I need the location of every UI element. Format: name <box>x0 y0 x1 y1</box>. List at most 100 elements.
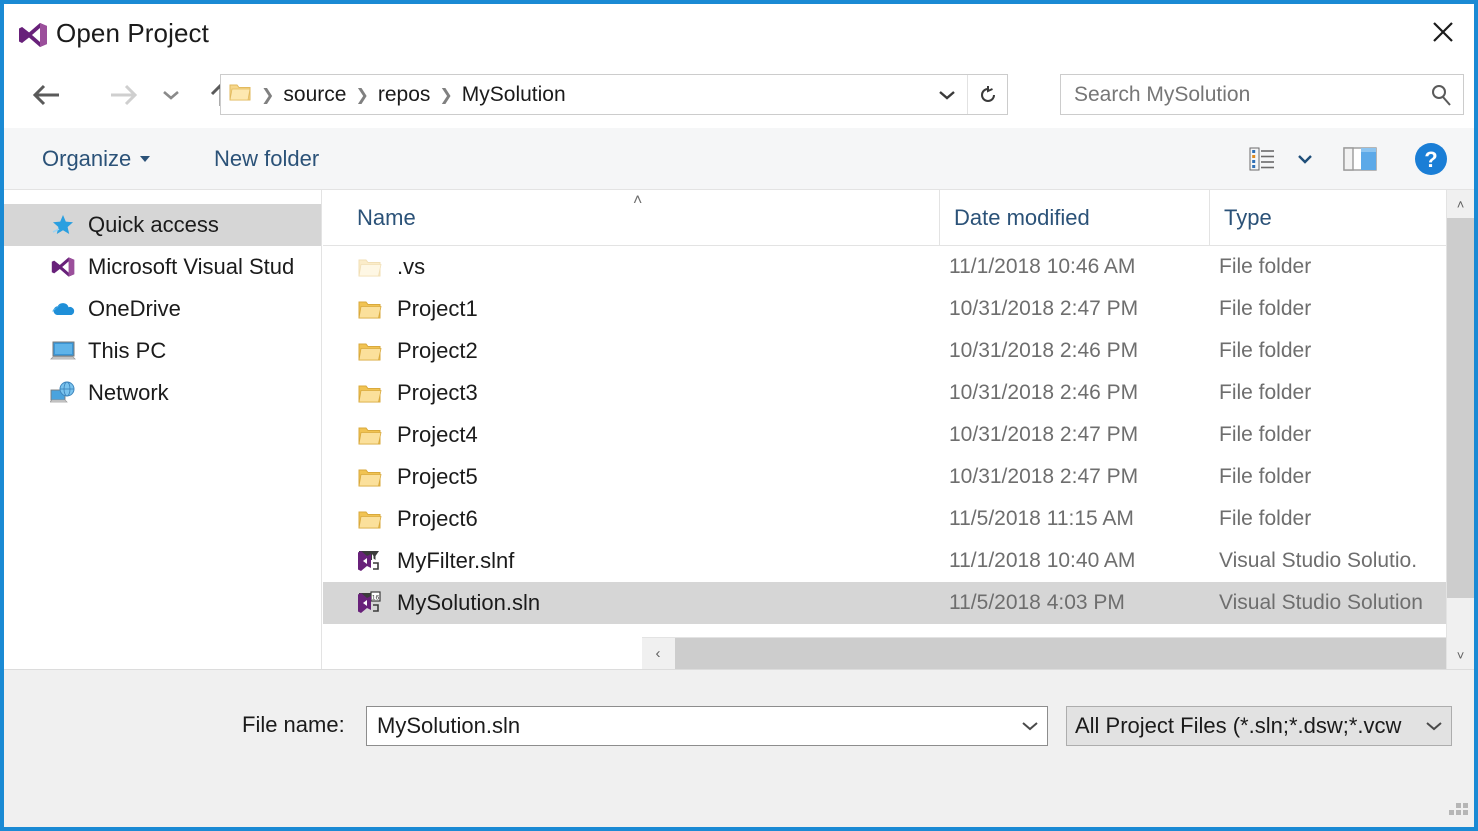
title-bar: Open Project <box>4 4 1474 62</box>
file-date: 11/1/2018 10:40 AM <box>949 549 1135 573</box>
column-header-date-modified[interactable]: Date modified <box>939 190 1209 245</box>
file-date: 10/31/2018 2:47 PM <box>949 465 1138 489</box>
sidebar-item-label: Microsoft Visual Stud <box>88 254 294 280</box>
table-row[interactable]: Project5 10/31/2018 2:47 PM File folder <box>323 456 1474 498</box>
file-type: File folder <box>1219 297 1435 321</box>
column-header-row: ˄ Name Date modified Type <box>323 190 1474 246</box>
file-name-box[interactable] <box>366 706 1048 746</box>
horizontal-scrollbar-thumb[interactable] <box>675 638 1474 669</box>
refresh-icon[interactable] <box>967 75 1007 114</box>
column-header-type[interactable]: Type <box>1209 190 1435 245</box>
file-type: File folder <box>1219 423 1435 447</box>
file-type-chevron-down-icon[interactable] <box>1425 707 1443 745</box>
file-name: Project3 <box>397 380 478 406</box>
file-type: Visual Studio Solution <box>1219 591 1435 615</box>
column-header-name[interactable]: Name <box>343 190 939 245</box>
horizontal-scrollbar[interactable]: ‹ › <box>642 637 1474 669</box>
file-list: ˄ Name Date modified Type .vs 11/1/2018 … <box>323 190 1474 669</box>
file-name: Project1 <box>397 296 478 322</box>
folder-icon <box>356 380 384 406</box>
command-bar: Organize New folder <box>4 128 1474 190</box>
breadcrumb-separator: ❯ <box>349 85 374 105</box>
folder-icon <box>356 296 384 322</box>
sidebar-item-label: This PC <box>88 338 166 364</box>
breadcrumb-mysolution[interactable]: MySolution <box>459 83 569 107</box>
open-project-dialog: Open Project <box>0 0 1478 831</box>
table-row[interactable]: Project4 10/31/2018 2:47 PM File folder <box>323 414 1474 456</box>
table-row[interactable]: Project3 10/31/2018 2:46 PM File folder <box>323 372 1474 414</box>
file-type: Visual Studio Solutio. <box>1219 549 1435 573</box>
search-input[interactable] <box>1072 77 1402 113</box>
file-date: 11/1/2018 10:46 AM <box>949 255 1135 279</box>
file-name: Project6 <box>397 506 478 532</box>
this-pc-icon <box>50 338 76 364</box>
view-chevron-down-icon[interactable] <box>1292 128 1318 190</box>
vertical-scrollbar[interactable]: ˄ ˅ <box>1446 190 1474 669</box>
organize-label: Organize <box>42 146 131 172</box>
file-name-chevron-down-icon[interactable] <box>1021 707 1039 745</box>
forward-icon[interactable] <box>100 62 146 128</box>
breadcrumb-repos[interactable]: repos <box>375 83 434 107</box>
sidebar-item-label: Network <box>88 380 169 406</box>
folder-icon <box>356 422 384 448</box>
table-row[interactable]: Project2 10/31/2018 2:46 PM File folder <box>323 330 1474 372</box>
breadcrumb-separator: ❯ <box>433 85 458 105</box>
page-title: Open Project <box>56 18 209 49</box>
file-name-label: File name: <box>242 712 345 738</box>
navigation-sidebar: Quick access Microsoft Visual Stud <box>4 190 322 669</box>
file-date: 10/31/2018 2:47 PM <box>949 423 1138 447</box>
svg-text:?: ? <box>1424 147 1437 172</box>
sidebar-item-this-pc[interactable]: This PC <box>4 330 321 372</box>
scroll-left-icon[interactable]: ‹ <box>642 638 674 669</box>
address-chevron-down-icon[interactable] <box>927 75 967 114</box>
table-row[interactable]: Project1 10/31/2018 2:47 PM File folder <box>323 288 1474 330</box>
back-icon[interactable] <box>24 62 70 128</box>
new-folder-button[interactable]: New folder <box>202 128 331 190</box>
file-name-input[interactable] <box>375 708 995 744</box>
file-date: 11/5/2018 4:03 PM <box>949 591 1125 615</box>
file-name: MyFilter.slnf <box>397 548 514 574</box>
table-row[interactable]: 16 MySolution.sln 11/5/2018 4:03 PM Visu… <box>323 582 1474 624</box>
file-date: 11/5/2018 11:15 AM <box>949 507 1134 531</box>
table-row[interactable]: MyFilter.slnf 11/1/2018 10:40 AM Visual … <box>323 540 1474 582</box>
file-name: Project4 <box>397 422 478 448</box>
search-icon[interactable] <box>1429 75 1453 114</box>
file-name: Project5 <box>397 464 478 490</box>
dialog-body: Quick access Microsoft Visual Stud <box>4 190 1474 669</box>
file-type-value: All Project Files (*.sln;*.dsw;*.vcw <box>1075 713 1413 739</box>
folder-icon <box>229 82 251 107</box>
help-icon[interactable]: ? <box>1408 128 1454 190</box>
sidebar-item-microsoft-visual-studio[interactable]: Microsoft Visual Stud <box>4 246 321 288</box>
breadcrumb-source[interactable]: source <box>280 83 349 107</box>
file-type: File folder <box>1219 465 1435 489</box>
close-icon[interactable] <box>1412 4 1474 60</box>
navigation-bar: ❯ source ❯ repos ❯ MySolution <box>4 62 1474 128</box>
visual-studio-icon <box>18 21 48 49</box>
scroll-down-icon[interactable]: ˅ <box>1447 641 1474 669</box>
file-date: 10/31/2018 2:47 PM <box>949 297 1138 321</box>
organize-button[interactable]: Organize <box>30 128 162 190</box>
file-name: .vs <box>397 254 425 280</box>
recent-locations-chevron-down-icon[interactable] <box>154 62 188 128</box>
vertical-scrollbar-thumb[interactable] <box>1447 218 1474 598</box>
search-box[interactable] <box>1060 74 1464 115</box>
view-list-icon[interactable] <box>1242 128 1282 190</box>
preview-pane-icon[interactable] <box>1338 128 1382 190</box>
scroll-up-icon[interactable]: ˄ <box>1447 190 1474 218</box>
address-bar[interactable]: ❯ source ❯ repos ❯ MySolution <box>220 74 1008 115</box>
file-type: File folder <box>1219 507 1435 531</box>
table-row[interactable]: .vs 11/1/2018 10:46 AM File folder <box>323 246 1474 288</box>
solution-16-icon: 16 <box>356 590 384 616</box>
file-rows: .vs 11/1/2018 10:46 AM File folder Proje… <box>323 246 1474 637</box>
resize-grip[interactable] <box>1446 803 1468 821</box>
solution-filter-icon <box>356 548 384 574</box>
visual-studio-icon <box>50 254 76 280</box>
sidebar-item-onedrive[interactable]: OneDrive <box>4 288 321 330</box>
sidebar-item-network[interactable]: Network <box>4 372 321 414</box>
table-row[interactable]: Project6 11/5/2018 11:15 AM File folder <box>323 498 1474 540</box>
file-type: File folder <box>1219 339 1435 363</box>
sidebar-item-label: OneDrive <box>88 296 181 322</box>
sidebar-item-quick-access[interactable]: Quick access <box>4 204 321 246</box>
breadcrumb-separator: ❯ <box>255 85 280 105</box>
file-type-dropdown[interactable]: All Project Files (*.sln;*.dsw;*.vcw <box>1066 706 1452 746</box>
